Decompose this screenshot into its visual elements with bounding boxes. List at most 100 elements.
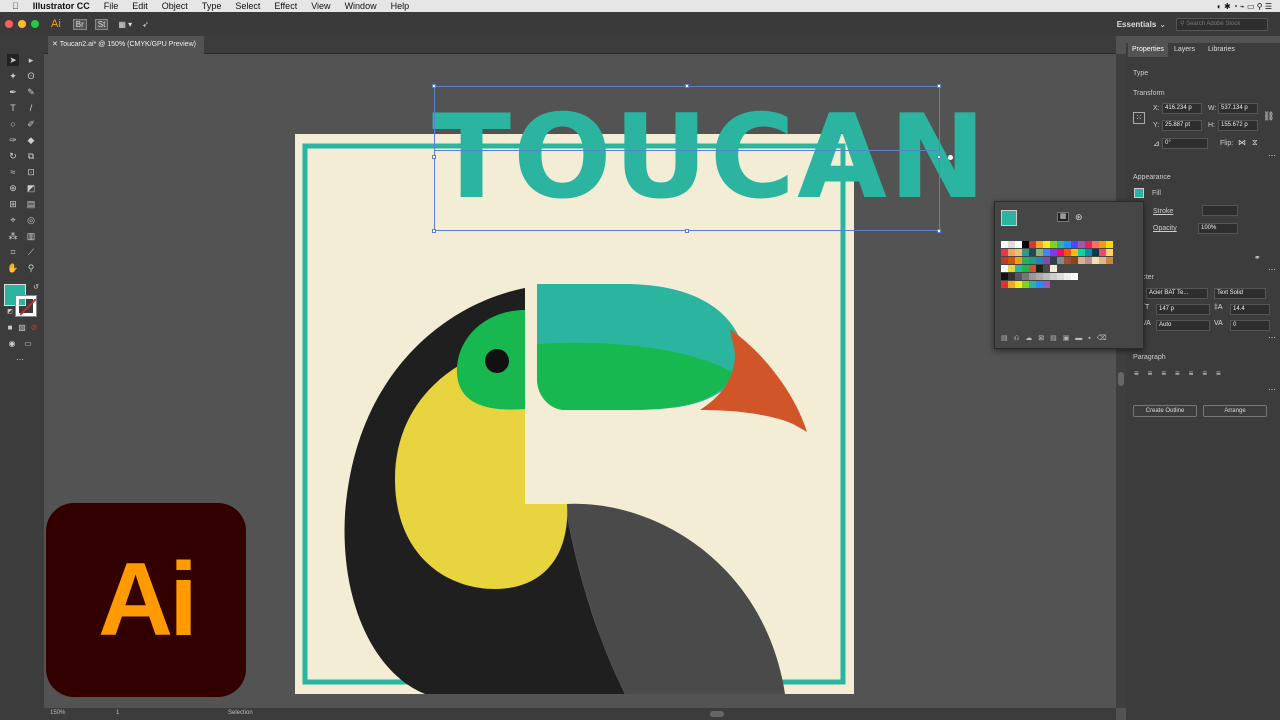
color-swatch[interactable]: [1106, 257, 1113, 264]
handle-bottom-center[interactable]: [685, 229, 689, 233]
width-tool-icon[interactable]: ≈: [7, 166, 19, 178]
default-fill-stroke-icon[interactable]: ◩: [4, 306, 16, 318]
color-swatch[interactable]: [1036, 281, 1043, 288]
color-swatch[interactable]: [1057, 273, 1064, 280]
color-swatch[interactable]: [1099, 257, 1106, 264]
color-swatch[interactable]: [1092, 257, 1099, 264]
color-swatch[interactable]: [1008, 281, 1015, 288]
menu-object[interactable]: Object: [162, 1, 188, 11]
zoom-window-icon[interactable]: [31, 20, 39, 28]
menu-type[interactable]: Type: [202, 1, 222, 11]
document-tab[interactable]: ✕ Toucan2.ai* @ 150% (CMYK/GPU Preview): [48, 36, 204, 54]
menu-window[interactable]: Window: [345, 1, 377, 11]
pen-tool-icon[interactable]: ✒: [7, 86, 19, 98]
scroll-thumb[interactable]: [1118, 372, 1124, 386]
blend-tool-icon[interactable]: ◎: [25, 214, 37, 226]
opacity-field[interactable]: 100%: [1198, 223, 1238, 234]
menu-help[interactable]: Help: [391, 1, 410, 11]
color-swatch[interactable]: [1071, 257, 1078, 264]
width-field[interactable]: 537.134 p: [1218, 103, 1258, 114]
stroke-color-swatch[interactable]: [15, 295, 37, 317]
workspace-switcher[interactable]: Essentials: [1117, 20, 1157, 29]
swatches-view-icon[interactable]: ▦: [1057, 212, 1069, 222]
color-mixer-icon[interactable]: ⊛: [1075, 212, 1083, 223]
reference-point-icon[interactable]: ⁙: [1133, 112, 1145, 124]
screen-mode-icon[interactable]: ▭: [22, 338, 34, 350]
handle-bottom-right[interactable]: [937, 229, 941, 233]
kerning-field[interactable]: Auto: [1156, 320, 1210, 331]
flip-vertical-icon[interactable]: ⧖: [1252, 138, 1258, 148]
artboard-tool-icon[interactable]: ⌗: [7, 246, 19, 258]
type-out-port[interactable]: [948, 155, 953, 160]
menu-view[interactable]: View: [311, 1, 330, 11]
live-paint-tool-icon[interactable]: ◩: [25, 182, 37, 194]
lasso-tool-icon[interactable]: ʘ: [25, 70, 37, 82]
column-graph-tool-icon[interactable]: ▥: [25, 230, 37, 242]
font-family-field[interactable]: Acier BAT Te...: [1146, 288, 1208, 299]
color-swatch[interactable]: [1001, 281, 1008, 288]
color-swatch[interactable]: [1029, 281, 1036, 288]
slice-tool-icon[interactable]: ⟋: [25, 246, 37, 258]
handle-middle-right[interactable]: [937, 155, 941, 159]
apple-icon[interactable]: : [12, 1, 19, 11]
shape-builder-tool-icon[interactable]: ⊕: [7, 182, 19, 194]
color-swatch[interactable]: [1015, 281, 1022, 288]
stroke-weight-field[interactable]: [1202, 205, 1238, 216]
type-tool-icon[interactable]: T: [7, 102, 19, 114]
handle-top-right[interactable]: [937, 84, 941, 88]
stock-button[interactable]: St: [94, 18, 109, 30]
color-swatch[interactable]: [1050, 273, 1057, 280]
rotate-tool-icon[interactable]: ↻: [7, 150, 19, 162]
magic-wand-tool-icon[interactable]: ✦: [7, 70, 19, 82]
eraser-tool-icon[interactable]: ◆: [25, 134, 37, 146]
color-swatch[interactable]: [1064, 273, 1071, 280]
paintbrush-tool-icon[interactable]: ✐: [25, 118, 37, 130]
tab-libraries[interactable]: Libraries: [1204, 43, 1239, 57]
draw-mode-icon[interactable]: ◉: [6, 338, 18, 350]
edit-toolbar-icon[interactable]: ⋯: [14, 354, 26, 366]
color-swatch[interactable]: [1085, 257, 1092, 264]
recolor-icon[interactable]: ⚭: [1254, 253, 1261, 262]
minimize-window-icon[interactable]: [18, 20, 26, 28]
eyedropper-tool-icon[interactable]: ⌖: [7, 214, 19, 226]
swap-fill-stroke-icon[interactable]: ↺: [30, 282, 42, 294]
free-transform-tool-icon[interactable]: ⊡: [25, 166, 37, 178]
none-mode-icon[interactable]: ⊘: [28, 322, 40, 334]
menu-edit[interactable]: Edit: [132, 1, 148, 11]
zoom-tool-icon[interactable]: ⚲: [25, 262, 37, 274]
bridge-button[interactable]: Br: [72, 18, 87, 30]
selection-bounding-box[interactable]: [434, 86, 940, 231]
color-swatch[interactable]: [1071, 273, 1078, 280]
more-options-icon[interactable]: ⋯: [1268, 265, 1276, 274]
direct-selection-tool-icon[interactable]: ▸: [25, 54, 37, 66]
handle-top-left[interactable]: [432, 84, 436, 88]
more-options-icon[interactable]: ⋯: [1268, 151, 1276, 160]
stroke-label[interactable]: Stroke: [1153, 208, 1173, 215]
color-swatch[interactable]: [1043, 281, 1050, 288]
app-menu[interactable]: Illustrator CC: [33, 1, 90, 11]
mesh-tool-icon[interactable]: ▤: [25, 198, 37, 210]
height-field[interactable]: 155.672 p: [1218, 120, 1258, 131]
paragraph-align-icons[interactable]: ≡≡≡≡≡≡≡: [1134, 369, 1274, 381]
ellipse-tool-icon[interactable]: ○: [7, 118, 19, 130]
artboard-number[interactable]: 1: [116, 710, 119, 716]
menu-effect[interactable]: Effect: [274, 1, 297, 11]
menu-file[interactable]: File: [104, 1, 119, 11]
tab-layers[interactable]: Layers: [1170, 43, 1199, 57]
arrange-button[interactable]: Arrange: [1203, 405, 1267, 417]
color-swatch[interactable]: [1022, 281, 1029, 288]
close-window-icon[interactable]: [5, 20, 13, 28]
hand-tool-icon[interactable]: ✋: [7, 262, 19, 274]
arrange-documents-icon[interactable]: ▦ ▾: [118, 20, 132, 29]
color-mode-icon[interactable]: ■: [4, 322, 16, 334]
chevron-down-icon[interactable]: ⌄: [1159, 20, 1166, 29]
constrain-proportions-icon[interactable]: ⛓: [1263, 111, 1274, 122]
horizontal-scrollbar[interactable]: [710, 711, 724, 717]
gpu-performance-icon[interactable]: ➶: [142, 20, 149, 29]
y-position-field[interactable]: 25.887 pt: [1162, 120, 1202, 131]
selection-tool-icon[interactable]: ➤: [7, 54, 19, 66]
perspective-grid-tool-icon[interactable]: ⊞: [7, 198, 19, 210]
swatch-grid[interactable]: [1001, 235, 1129, 288]
rotate-field[interactable]: 0°: [1162, 138, 1208, 149]
tracking-field[interactable]: 0: [1230, 320, 1270, 331]
